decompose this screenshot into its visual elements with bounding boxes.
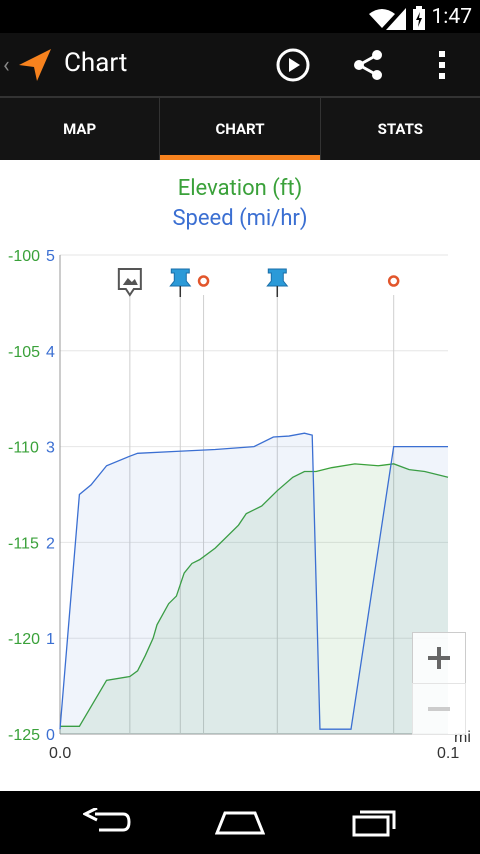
y-right-tick-label: 0 <box>46 727 55 744</box>
minus-icon <box>428 707 450 711</box>
battery-charging-icon <box>413 6 425 30</box>
y-right-tick-label: 5 <box>46 248 55 265</box>
system-nav-bar <box>0 791 480 854</box>
y-right-tick-label: 2 <box>46 535 55 552</box>
tab-map[interactable]: MAP <box>0 98 161 160</box>
tab-bar: MAP CHART STATS <box>0 98 480 160</box>
x-tick-label: 0.0 <box>49 745 71 762</box>
y-left-tick-label: -110 <box>8 440 39 457</box>
plus-icon <box>428 647 450 669</box>
y-left-tick-label: -120 <box>8 631 40 648</box>
recents-icon <box>352 810 396 837</box>
x-tick-label: 0.1 <box>437 745 459 762</box>
y-right-tick-label: 4 <box>46 344 55 361</box>
pin-marker-icon <box>169 268 192 287</box>
chart-area[interactable]: Elevation (ft) Speed (mi/hr) -100 5 -105 4-… <box>0 160 480 791</box>
zoom-in-button[interactable] <box>412 632 466 684</box>
play-button[interactable] <box>273 45 313 85</box>
y-right-tick-label: 1 <box>46 631 55 648</box>
overflow-menu-button[interactable] <box>422 45 462 85</box>
back-icon <box>83 808 131 832</box>
page-title: Chart <box>64 48 128 78</box>
waypoint-marker-icon <box>387 275 400 287</box>
up-chevron-icon[interactable]: ‹ <box>3 53 10 78</box>
status-bar: 1:47 <box>0 0 480 33</box>
zoom-out-button[interactable] <box>412 683 466 735</box>
y-left-tick-label: -105 <box>8 344 40 361</box>
waypoint-marker-icon <box>197 275 210 287</box>
share-icon <box>354 50 382 80</box>
speed-area <box>60 433 448 734</box>
recents-button[interactable] <box>350 807 400 837</box>
action-bar: ‹ Chart <box>0 33 480 98</box>
share-button[interactable] <box>348 45 388 85</box>
play-icon <box>276 48 310 82</box>
signal-icon <box>386 8 406 30</box>
app-logo-arrow-icon[interactable] <box>17 47 53 83</box>
clock: 1:47 <box>431 5 473 29</box>
tab-stats[interactable]: STATS <box>321 98 480 160</box>
back-button[interactable] <box>82 807 132 837</box>
home-button[interactable] <box>215 807 265 837</box>
y-left-tick-label: -100 <box>8 248 40 265</box>
overflow-menu-icon <box>439 51 445 79</box>
tab-chart[interactable]: CHART <box>160 98 321 160</box>
y-right-tick-label: 3 <box>46 440 55 457</box>
home-icon <box>215 811 265 835</box>
y-left-tick-label: -125 <box>8 727 40 744</box>
pin-marker-icon <box>266 268 289 287</box>
y-left-tick-label: -115 <box>8 535 39 552</box>
elevation-speed-chart[interactable]: -100 5-105 4-110 3-115 2-120 1-125 00.0 0.1mi <box>0 160 480 791</box>
